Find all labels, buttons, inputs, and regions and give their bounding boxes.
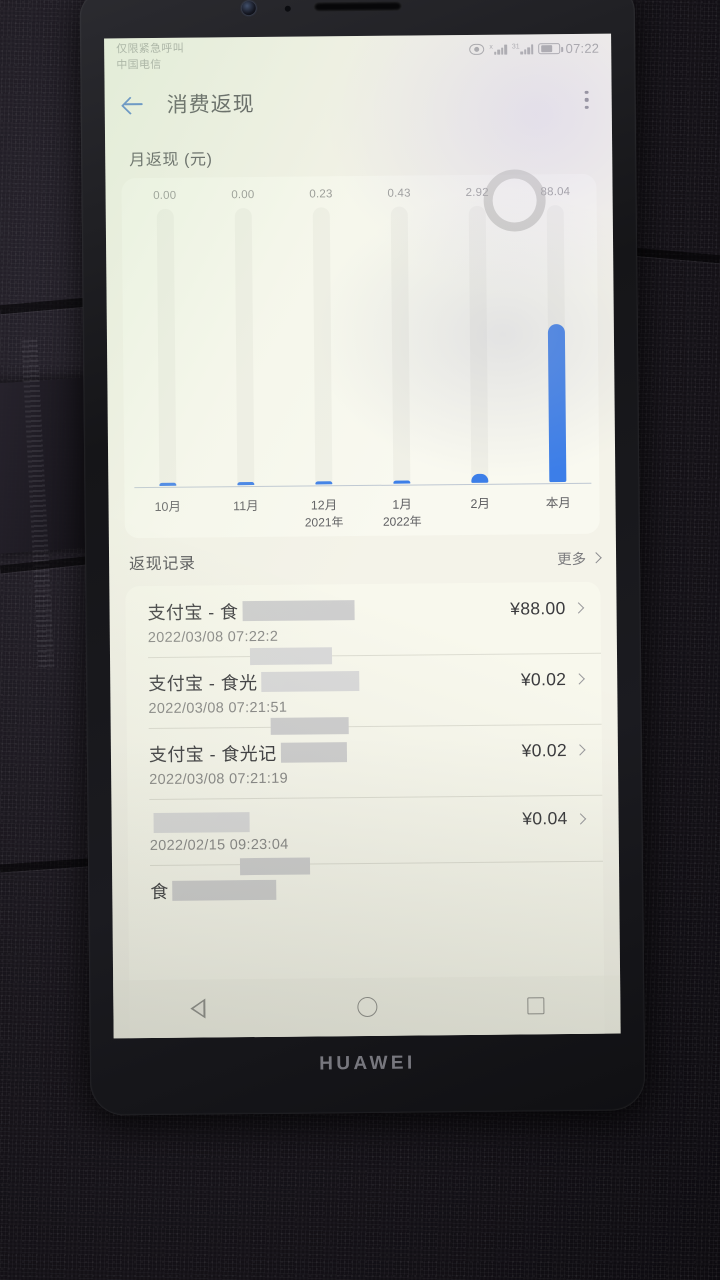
- bar-fill: [393, 480, 411, 484]
- kebab-menu-icon[interactable]: [576, 87, 598, 113]
- bar-track: [234, 208, 255, 486]
- phone-device: 仅限紧急呼叫 中国电信 x 31 07:22 消费返现 月返现 (元) 0.00…: [79, 0, 646, 1116]
- censored-block: [239, 857, 311, 876]
- back-triangle-icon: [190, 999, 205, 1019]
- record-amount: ¥0.04: [522, 808, 568, 829]
- censored-block: [172, 879, 277, 901]
- record-date: 2022/02/15 09:23:04: [149, 836, 289, 855]
- bar-fill: [159, 482, 177, 486]
- assistive-touch-ring[interactable]: [483, 169, 546, 232]
- front-camera-icon: [241, 0, 256, 16]
- chart-column[interactable]: 0.43: [370, 187, 431, 484]
- censored-block: [270, 717, 349, 735]
- records-card: 支付宝 - 食 ¥88.00 2022/03/08 07:22:2 支付宝 - …: [125, 581, 605, 1039]
- more-button[interactable]: 更多: [557, 547, 602, 568]
- record-amount: ¥88.00: [510, 597, 566, 619]
- more-label: 更多: [557, 551, 587, 568]
- chart-column[interactable]: 0.00: [136, 190, 197, 487]
- bar-value-label: 0.43: [387, 187, 411, 200]
- signal-icon: x: [489, 44, 507, 55]
- bar-track: [156, 208, 177, 486]
- chart-column[interactable]: 2.92: [448, 187, 509, 484]
- earpiece-speaker: [313, 1, 402, 12]
- chevron-right-icon: [573, 673, 585, 685]
- page-title: 消费返现: [166, 93, 255, 117]
- censored-block: [153, 811, 250, 833]
- record-merchant: 食: [150, 877, 277, 904]
- battery-icon: [538, 43, 561, 55]
- x-axis-label: 2月: [470, 496, 491, 511]
- status-clock: 07:22: [565, 40, 600, 57]
- top-bezel: [80, 0, 635, 39]
- chevron-right-icon: [590, 552, 602, 564]
- record-amount: ¥0.02: [521, 739, 568, 760]
- chart-x-labels: 10月 11月 12月 2021年 1月 2022年 2月 本月: [138, 495, 587, 532]
- records-header: 返现记录 更多: [129, 546, 602, 575]
- eye-icon: [469, 43, 485, 55]
- chevron-right-icon: [574, 744, 586, 756]
- recents-square-icon: [527, 996, 545, 1014]
- nav-recents-button[interactable]: [513, 988, 559, 1022]
- home-circle-icon: [356, 996, 377, 1018]
- bar-value-label: 0.00: [153, 189, 177, 202]
- status-icons: x 31 07:22: [469, 38, 599, 57]
- table-row[interactable]: ¥0.04 2022/02/15 09:23:04: [127, 795, 603, 866]
- record-amount: ¥0.02: [520, 668, 567, 689]
- censored-block: [261, 671, 360, 692]
- x-axis-label: 10月: [154, 499, 182, 514]
- app-bar: 消费返现: [104, 74, 611, 131]
- nav-home-button[interactable]: [344, 990, 390, 1024]
- table-row[interactable]: 支付宝 - 食光记 ¥0.02 2022/03/08 07:21:19: [127, 717, 603, 800]
- bar-fill: [548, 324, 567, 483]
- brand-logo: HUAWEI: [319, 1052, 416, 1075]
- censored-block: [249, 647, 333, 666]
- bar-fill: [237, 482, 255, 486]
- bar-fill: [315, 481, 333, 485]
- record-merchant: [150, 811, 250, 833]
- chart-section-title: 月返现 (元): [129, 151, 213, 170]
- chart-column[interactable]: 88.04: [526, 186, 587, 483]
- records-title: 返现记录: [129, 555, 196, 574]
- chevron-right-icon: [572, 602, 585, 614]
- x-axis-label: 1月 2022年: [382, 497, 422, 529]
- carrier-name-label: 中国电信: [116, 58, 162, 72]
- record-date: 2022/03/08 07:21:51: [148, 699, 288, 718]
- x-axis-label: 12月 2021年: [304, 498, 344, 530]
- chart-column[interactable]: 0.00: [214, 189, 275, 486]
- bar-track: [468, 205, 489, 483]
- table-row[interactable]: 支付宝 - 食光 ¥0.02 2022/03/08 07:21:51: [126, 647, 602, 729]
- phone-screen: 仅限紧急呼叫 中国电信 x 31 07:22 消费返现 月返现 (元) 0.00…: [104, 33, 621, 1039]
- record-date: 2022/03/08 07:21:19: [149, 770, 289, 789]
- x-axis-label: 本月: [545, 495, 571, 511]
- chart-column[interactable]: 0.23: [292, 188, 353, 485]
- nav-back-button[interactable]: [175, 991, 221, 1025]
- record-merchant: 支付宝 - 食光: [148, 668, 360, 696]
- censored-block: [242, 600, 355, 622]
- chevron-right-icon: [574, 812, 587, 825]
- table-row[interactable]: 食: [128, 857, 603, 916]
- censored-block: [280, 742, 347, 763]
- x-axis-label: 11月: [233, 498, 259, 514]
- navigation-bar: [113, 975, 621, 1039]
- table-row[interactable]: 支付宝 - 食 ¥88.00 2022/03/08 07:22:2: [125, 582, 601, 658]
- record-merchant: 支付宝 - 食光记: [149, 739, 347, 767]
- status-bar: 仅限紧急呼叫 中国电信 x 31 07:22: [104, 34, 611, 79]
- bar-track: [390, 206, 411, 484]
- bar-value-label: 0.00: [231, 189, 255, 202]
- proximity-sensor-icon: [284, 5, 291, 12]
- signal-icon: 31: [512, 43, 534, 55]
- back-arrow-icon[interactable]: [119, 90, 147, 118]
- record-merchant: 支付宝 - 食: [147, 597, 355, 625]
- record-date: 2022/03/08 07:22:2: [147, 628, 279, 647]
- bar-track: [312, 207, 333, 485]
- bar-fill: [471, 473, 489, 483]
- bar-value-label: 0.23: [309, 188, 333, 201]
- carrier-info: 仅限紧急呼叫 中国电信: [116, 42, 184, 75]
- emergency-only-label: 仅限紧急呼叫: [116, 42, 185, 56]
